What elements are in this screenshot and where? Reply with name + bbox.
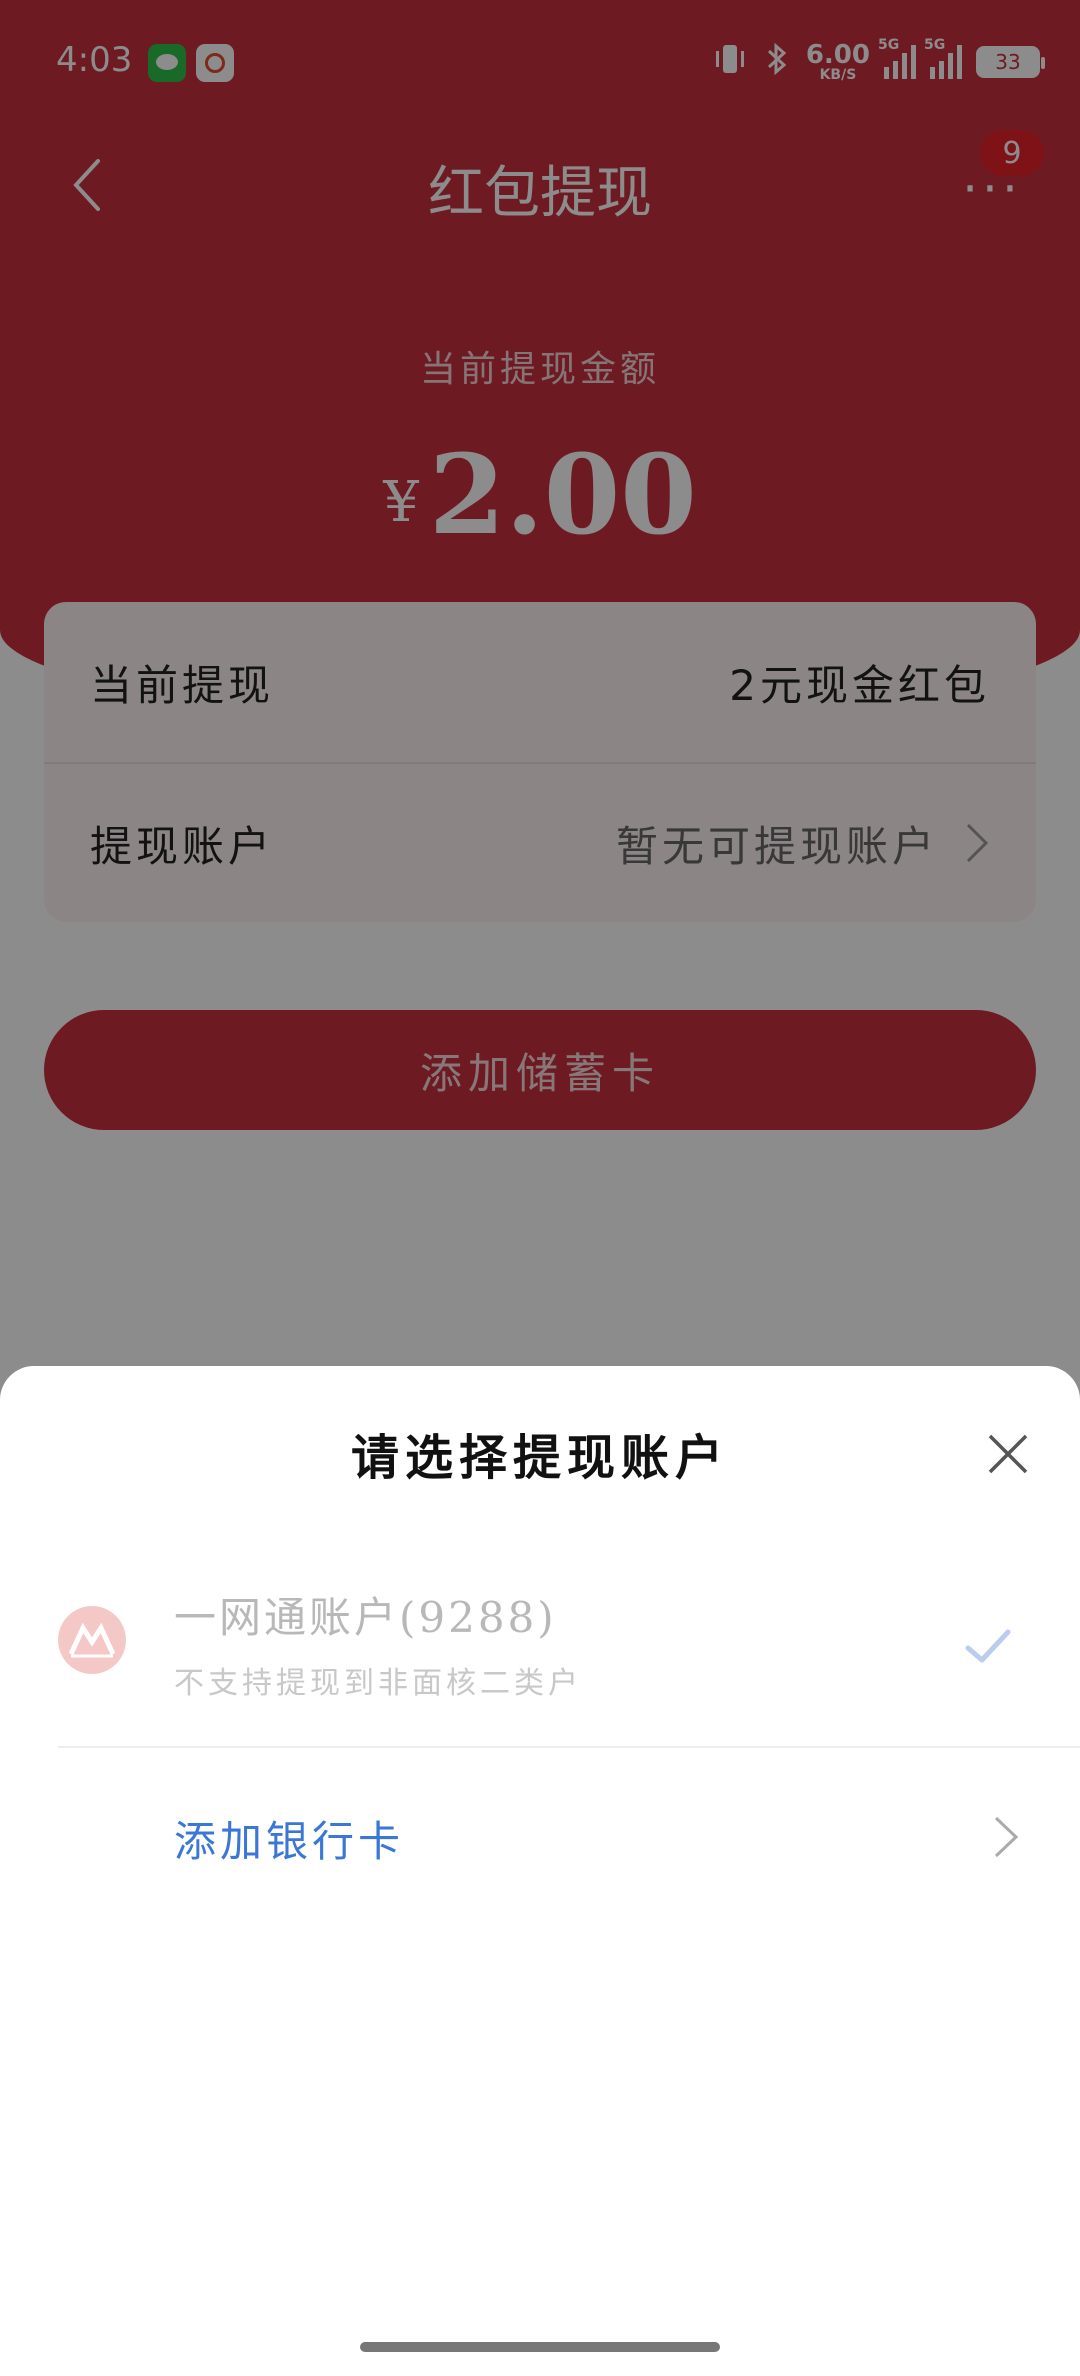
account-name: 一网通账户(9288): [174, 1593, 557, 1642]
select-account-sheet: 请选择提现账户 一网通账户(9288) 不支持提现到非面核二类户 添加银行卡: [0, 1366, 1080, 2376]
account-note: 不支持提现到非面核二类户: [174, 1666, 582, 1701]
add-bank-card-row[interactable]: 添加银行卡: [0, 1748, 1080, 1928]
sheet-title: 请选择提现账户: [350, 1430, 729, 1486]
close-button[interactable]: [980, 1426, 1036, 1482]
chevron-right-icon: [994, 1816, 1019, 1858]
checkmark-icon: [965, 1629, 1011, 1663]
home-indicator[interactable]: [360, 2342, 720, 2352]
cmb-logo-icon: [58, 1606, 126, 1674]
close-icon: [988, 1434, 1028, 1474]
account-option-yiwangtong: 一网通账户(9288) 不支持提现到非面核二类户: [0, 1546, 1080, 1746]
withdraw-page: 4:03 6.00 KB/S 5G 5G 33 红包提现 ··· 9 当前提现金…: [0, 0, 1080, 2376]
add-bank-card-label: 添加银行卡: [174, 1817, 405, 1866]
